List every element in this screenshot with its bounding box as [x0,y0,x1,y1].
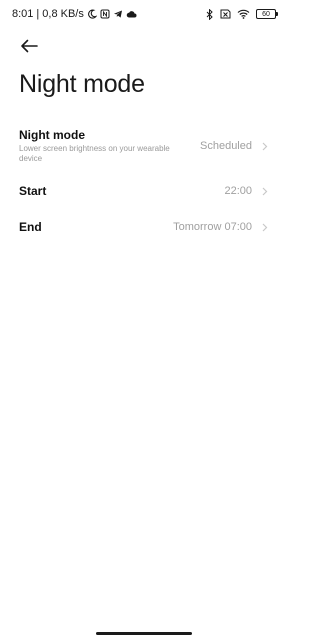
status-bar: 8:01 | 0,8 KB/s 60 [0,0,288,28]
night-mode-title: Night mode [19,128,85,142]
telegram-icon [113,9,123,19]
battery-icon: 60 [256,9,278,19]
end-value: Tomorrow 07:00 [173,221,252,233]
night-mode-subtitle: Lower screen brightness on your wearable… [19,144,170,163]
chevron-right-icon [262,223,268,232]
bluetooth-icon [206,8,214,20]
start-title: Start [19,184,47,198]
sim-x-icon [220,9,231,19]
end-right: Tomorrow 07:00 [173,221,268,233]
night-mode-value: Scheduled [200,140,252,152]
night-mode-row[interactable]: Night mode Lower screen brightness on yo… [0,126,288,166]
chevron-right-icon [262,187,268,196]
moon-icon [87,9,97,19]
start-right: 22:00 [224,185,268,197]
night-mode-right: Scheduled [200,140,268,152]
wifi-icon [237,9,250,19]
nfc-icon [100,9,110,19]
start-text: Start [19,184,46,198]
end-title: End [19,220,42,234]
page-title: Night mode [19,70,145,98]
chevron-right-icon [262,142,268,151]
end-text: End [19,220,42,234]
screen: 8:01 | 0,8 KB/s 60 Night mode Night mode… [0,0,288,640]
settings-list: Night mode Lower screen brightness on yo… [0,126,288,245]
end-row[interactable]: End Tomorrow 07:00 [0,209,288,245]
status-net-speed: 0,8 KB/s [42,8,84,20]
status-left: 8:01 | 0,8 KB/s [12,8,137,20]
night-mode-text: Night mode Lower screen brightness on yo… [19,128,189,164]
battery-level: 60 [262,10,270,18]
start-value: 22:00 [224,185,252,197]
status-separator: | [36,8,40,20]
back-arrow-icon [20,39,38,53]
home-indicator[interactable] [96,632,192,635]
cloud-icon [126,10,137,18]
start-row[interactable]: Start 22:00 [0,173,288,209]
back-button[interactable] [16,34,42,58]
status-time: 8:01 [12,8,34,20]
status-right: 60 [206,8,278,20]
